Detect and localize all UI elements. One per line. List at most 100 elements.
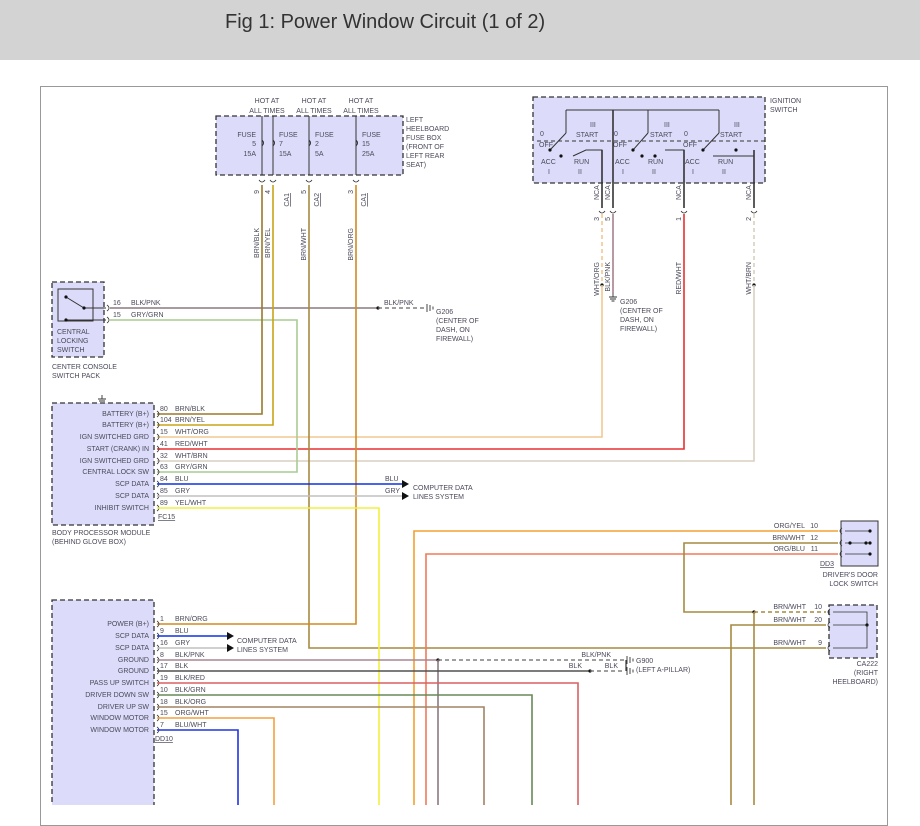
position-label: ACC (615, 159, 630, 166)
component-caption: LOCK SWITCH (829, 581, 878, 588)
pin-function-label: INHIBIT SWITCH (95, 505, 149, 512)
component-caption: CENTER CONSOLE (52, 364, 117, 371)
pin-function-label: IGN SWITCHED GRD (80, 434, 149, 441)
splice-dot (868, 552, 872, 556)
pin-number: 15 (160, 710, 168, 717)
pin-function-label: GROUND (118, 668, 149, 675)
wire-org-blu (425, 553, 838, 805)
fuse-name: FUSE (315, 132, 334, 139)
wire-color-label: BLK/PNK (384, 300, 414, 307)
wire-color-label: BLK (605, 663, 619, 670)
wire-color-label: WHT/BRN (746, 262, 753, 295)
wire-color-label: BLK (569, 663, 583, 670)
fuse-name: FUSE (237, 132, 256, 139)
pin-function-label: SCP DATA (115, 633, 149, 640)
wire-color-label: BLU (175, 628, 189, 635)
fuse-rating: 25A (362, 151, 375, 158)
pin-number: 10 (814, 604, 822, 611)
pin-number: 12 (810, 535, 818, 542)
ground-location-label: (CENTER OF (436, 318, 479, 325)
wire-color-label: ORG/YEL (774, 523, 805, 530)
connector-id: NCA (676, 185, 683, 200)
splice-dot (64, 295, 68, 299)
arrow-icon (402, 492, 409, 500)
pin-number: 8 (160, 652, 164, 659)
ground-location-label: G206 (620, 299, 637, 306)
wire-brn-blk (157, 185, 263, 415)
fuse-name: FUSE (279, 132, 298, 139)
position-label: OFF (539, 142, 553, 149)
pin-number: 16 (113, 300, 121, 307)
pin-function-label: WINDOW MOTOR (90, 715, 149, 722)
wire-color-label: BLK/RED (175, 675, 205, 682)
ground-icon (626, 667, 634, 675)
splice-dot (864, 541, 868, 545)
position-number: III (734, 122, 740, 129)
splice-dot (631, 148, 635, 152)
ground-location-label: (CENTER OF (620, 308, 663, 315)
hot-at-label: ALL TIMES (343, 108, 379, 115)
pin-number: 15 (113, 312, 121, 319)
pin-number: 84 (160, 476, 168, 483)
position-label: RUN (574, 159, 589, 166)
wire-color-label: BRN/YEL (265, 228, 272, 258)
position-label: RUN (648, 159, 663, 166)
component-caption: CA222 (857, 661, 879, 668)
component-caption: SWITCH PACK (52, 373, 100, 380)
position-label: START (576, 132, 599, 139)
position-number: II (652, 169, 656, 176)
wire-color-label: BLU (175, 476, 189, 483)
connector-id: DD10 (155, 736, 173, 743)
power-window-module (51, 599, 155, 805)
pin-function-label: PASS UP SWITCH (90, 680, 149, 687)
hot-at-label: ALL TIMES (249, 108, 285, 115)
position-label: ACC (685, 159, 700, 166)
connector-symbol (680, 210, 688, 214)
position-number: III (590, 122, 596, 129)
wire-color-label: BRN/WHT (772, 535, 805, 542)
position-number: 0 (684, 131, 688, 138)
pin-number: 4 (265, 190, 272, 194)
pin-number: 2 (746, 217, 753, 221)
switch-label: SWITCH (57, 347, 85, 354)
fuse-number: 15 (362, 141, 370, 148)
wire-color-label: BLK/PNK (131, 300, 161, 307)
ground-icon (426, 304, 434, 312)
pin-function-label: DRIVER UP SW (98, 704, 150, 711)
fuse-box-title: (FRONT OF (406, 144, 444, 151)
pin-number: 17 (160, 663, 168, 670)
position-number: I (692, 169, 694, 176)
connector-symbol (609, 210, 617, 214)
fuse-box-title: LEFT REAR (406, 153, 444, 160)
fuse-rating: 5A (315, 151, 324, 158)
pin-function-label: POWER (B+) (107, 621, 149, 628)
ignition-title: IGNITION (770, 98, 801, 105)
pin-number: 32 (160, 453, 168, 460)
central-locking-switch (57, 288, 94, 322)
wire-color-label: RED/WHT (175, 441, 208, 448)
wire-color-label: BLU/WHT (175, 722, 207, 729)
wire-color-label: BRN/BLK (175, 406, 205, 413)
pin-function-label: WINDOW MOTOR (90, 727, 149, 734)
connector-symbol (305, 179, 313, 183)
position-label: START (650, 132, 673, 139)
position-number: III (664, 122, 670, 129)
wire-color-label: BRN/WHT (773, 604, 806, 611)
connector-id: CA2 (314, 193, 321, 207)
connector-symbol (106, 304, 110, 312)
pin-number: 11 (811, 546, 818, 553)
pin-number: 9 (254, 190, 261, 194)
pin-number: 7 (160, 722, 164, 729)
connector-id: FC15 (158, 514, 175, 521)
fuse-number: 5 (252, 141, 256, 148)
switch-label: LOCKING (57, 338, 89, 345)
wire-color-label: BLK/PNK (581, 652, 611, 659)
wire-color-label: GRY/GRN (131, 312, 164, 319)
fuse-number: 2 (315, 141, 319, 148)
position-label: OFF (613, 142, 627, 149)
pin-number: 89 (160, 500, 168, 507)
ground-g206-icon (609, 293, 617, 302)
connector-symbol (106, 316, 110, 324)
pin-number: 41 (160, 441, 168, 448)
ignition-title: SWITCH (770, 107, 798, 114)
